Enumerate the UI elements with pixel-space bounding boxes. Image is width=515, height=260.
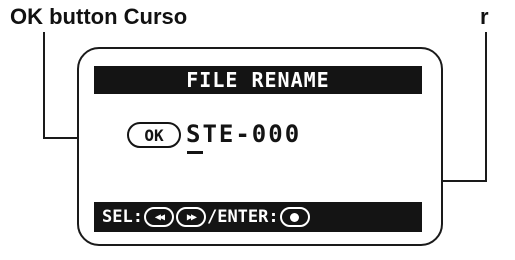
rewind-icon: ◀◀ xyxy=(143,207,174,227)
status-separator: / xyxy=(206,207,218,227)
screen-title-bar: FILE RENAME xyxy=(94,66,422,94)
fast-forward-icon: ▶▶ xyxy=(175,207,206,227)
status-bar: SEL: ◀◀ ▶▶ / ENTER: xyxy=(94,202,422,232)
screen-title: FILE RENAME xyxy=(186,68,330,92)
enter-label: ENTER: xyxy=(217,207,279,227)
filename-field: STE-000 xyxy=(186,119,301,149)
filename-cursor-char: S xyxy=(186,120,203,148)
ok-badge: OK xyxy=(127,122,181,148)
record-dot xyxy=(290,212,300,222)
text-cursor xyxy=(187,151,203,154)
filename-rest: TE-000 xyxy=(202,120,302,148)
record-dot-icon xyxy=(279,207,310,227)
sel-label: SEL: xyxy=(102,207,143,227)
